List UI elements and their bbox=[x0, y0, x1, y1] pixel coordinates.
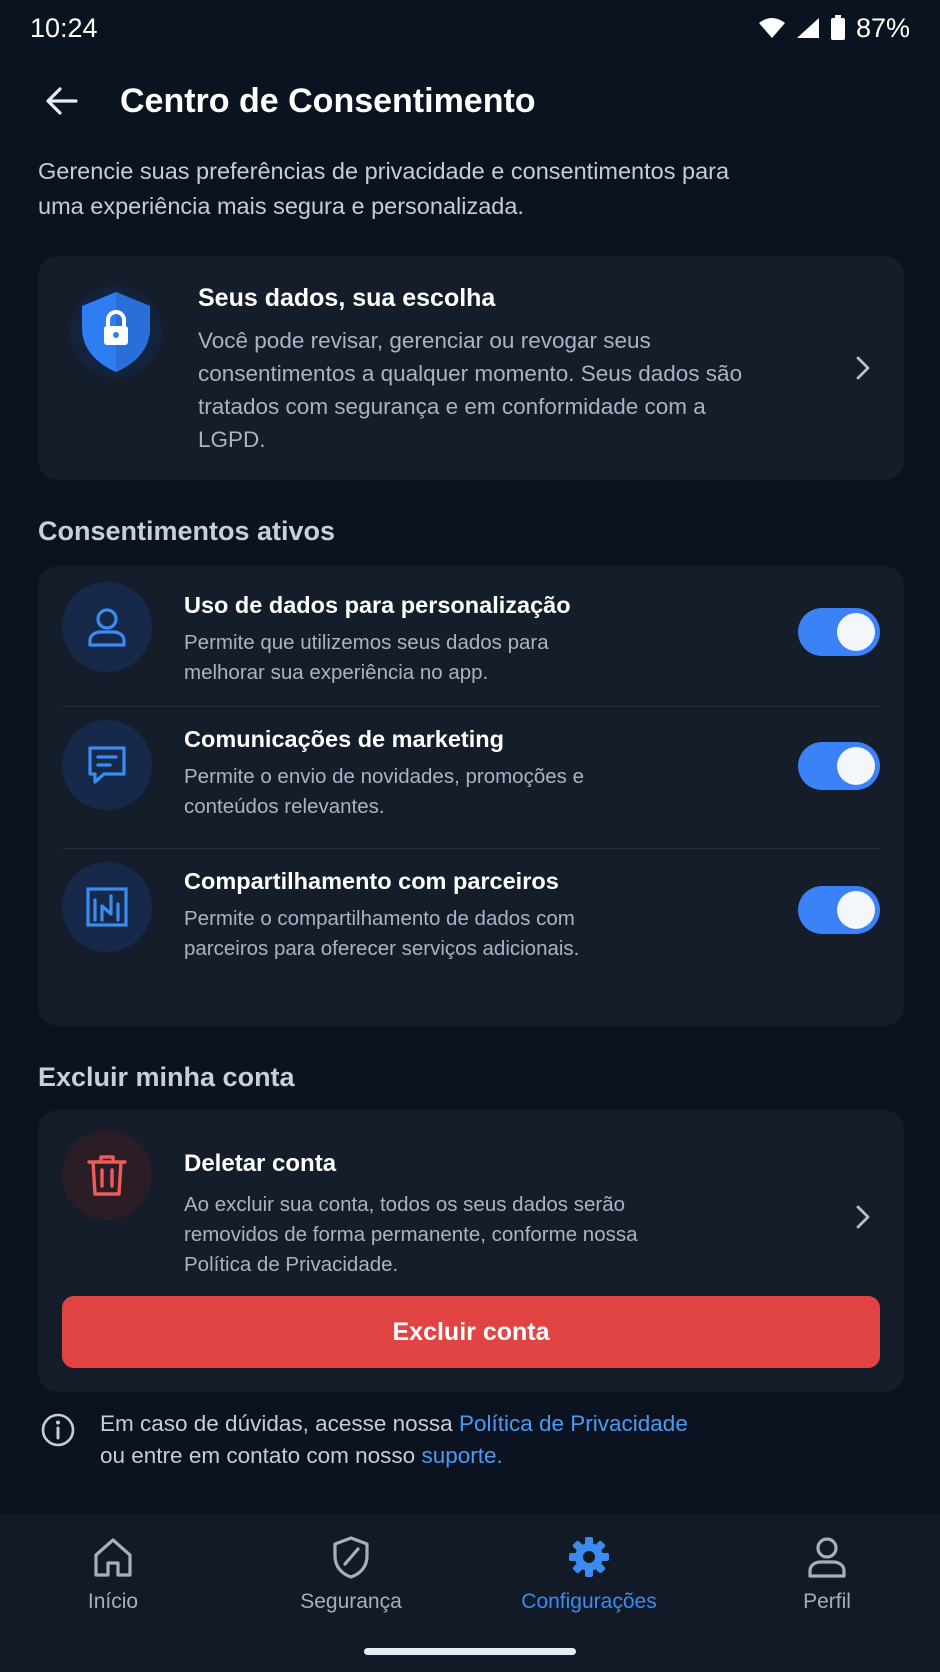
delete-account-card: Deletar conta Ao excluir sua conta, todo… bbox=[38, 1110, 904, 1392]
home-icon bbox=[88, 1532, 138, 1582]
privacy-policy-link[interactable]: Política de Privacidade bbox=[459, 1411, 688, 1436]
info-icon bbox=[41, 1413, 75, 1447]
person-icon bbox=[802, 1532, 852, 1582]
shield-lock-icon bbox=[68, 280, 168, 380]
back-arrow-icon bbox=[46, 87, 78, 115]
status-icons: 87% bbox=[758, 13, 910, 44]
consent-item-personalization: Uso de dados para personalização Permite… bbox=[38, 566, 904, 706]
toggle-knob bbox=[837, 613, 875, 651]
delete-account-description: Ao excluir sua conta, todos os seus dado… bbox=[184, 1193, 638, 1276]
consent-title: Comunicações de marketing bbox=[184, 726, 504, 752]
app-bar: Centro de Consentimento bbox=[0, 62, 940, 140]
toggle-knob bbox=[837, 747, 875, 785]
consent-item-marketing: Comunicações de marketing Permite o envi… bbox=[38, 706, 904, 848]
consent-description: Permite o compartilhamento de dados com … bbox=[184, 907, 580, 960]
consents-card: Uso de dados para personalização Permite… bbox=[38, 566, 904, 1026]
nav-item-security[interactable]: Segurança bbox=[261, 1532, 441, 1632]
back-button[interactable] bbox=[32, 71, 92, 131]
shield-icon bbox=[326, 1532, 376, 1582]
toggle-knob bbox=[837, 891, 875, 929]
status-bar: 10:24 87% bbox=[0, 0, 940, 56]
nav-item-home[interactable]: Início bbox=[23, 1532, 203, 1632]
personalization-toggle[interactable] bbox=[798, 608, 880, 656]
intro-text: Gerencie suas preferências de privacidad… bbox=[38, 158, 730, 219]
consents-section-title: Consentimentos ativos bbox=[38, 516, 336, 546]
help-note: Em caso de dúvidas, acesse nossa Polític… bbox=[40, 1408, 900, 1478]
consent-description: Permite que utilizemos seus dados para m… bbox=[184, 631, 549, 684]
delete-section-title: Excluir minha conta bbox=[38, 1062, 295, 1092]
signal-icon bbox=[796, 18, 819, 38]
gear-icon bbox=[564, 1532, 614, 1582]
data-choice-card[interactable]: Seus dados, sua escolha Você pode revisa… bbox=[38, 256, 904, 480]
divider bbox=[62, 706, 880, 707]
partners-toggle[interactable] bbox=[798, 886, 880, 934]
wifi-icon bbox=[758, 18, 785, 38]
nav-label: Configurações bbox=[521, 1590, 657, 1613]
consent-description: Permite o envio de novidades, promoções … bbox=[184, 765, 584, 818]
info-card-title: Seus dados, sua escolha bbox=[198, 284, 496, 312]
chart-icon bbox=[62, 862, 152, 952]
support-link[interactable]: suporte bbox=[421, 1443, 496, 1468]
chevron-right-icon[interactable] bbox=[848, 1202, 878, 1232]
consent-title: Compartilhamento com parceiros bbox=[184, 868, 559, 894]
help-line2-text: ou entre em contato com nosso bbox=[100, 1443, 422, 1468]
delete-account-button[interactable]: Excluir conta bbox=[62, 1296, 880, 1368]
status-time: 10:24 bbox=[30, 12, 98, 43]
chevron-right-icon bbox=[848, 353, 878, 383]
page-title: Centro de Consentimento bbox=[120, 81, 536, 120]
nav-label: Perfil bbox=[803, 1590, 851, 1613]
battery-percent: 87% bbox=[855, 12, 910, 43]
help-line2-suffix: . bbox=[496, 1443, 503, 1468]
message-icon bbox=[62, 720, 152, 810]
user-icon bbox=[62, 582, 152, 672]
divider bbox=[62, 848, 880, 849]
help-line1-text: Em caso de dúvidas, acesse nossa bbox=[100, 1411, 459, 1436]
marketing-toggle[interactable] bbox=[798, 742, 880, 790]
nav-label: Início bbox=[87, 1590, 139, 1613]
nav-item-profile[interactable]: Perfil bbox=[737, 1532, 917, 1632]
battery-icon bbox=[830, 15, 845, 40]
delete-account-title: Deletar conta bbox=[184, 1150, 337, 1177]
home-indicator[interactable] bbox=[364, 1648, 576, 1655]
consent-item-partners: Compartilhamento com parceiros Permite o… bbox=[38, 848, 904, 1026]
nav-item-settings[interactable]: Configurações bbox=[499, 1532, 679, 1632]
consent-title: Uso de dados para personalização bbox=[184, 592, 571, 618]
info-card-body: Você pode revisar, gerenciar ou revogar … bbox=[198, 328, 743, 452]
help-text: Em caso de dúvidas, acesse nossa Polític… bbox=[100, 1408, 860, 1472]
nav-label: Segurança bbox=[300, 1590, 402, 1613]
trash-icon bbox=[62, 1130, 152, 1220]
